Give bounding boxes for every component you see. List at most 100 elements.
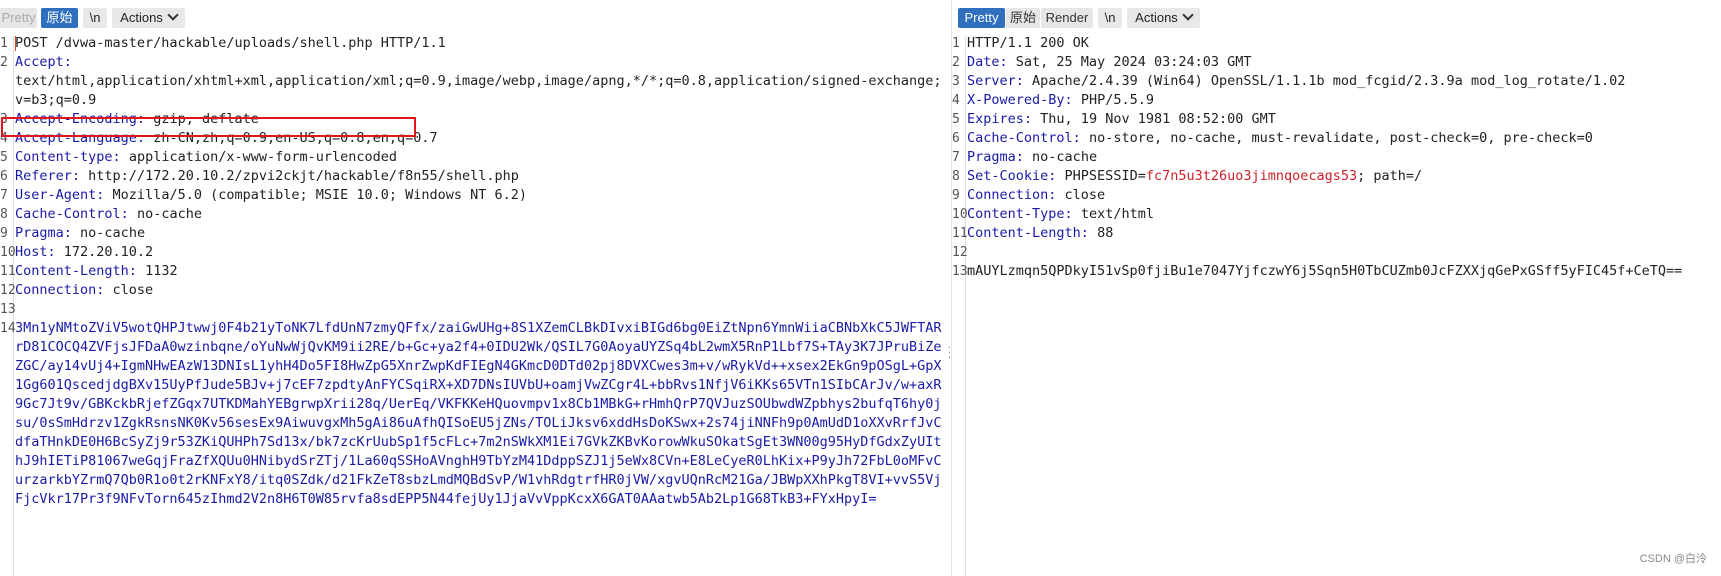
response-editor[interactable]: 1 HTTP/1.1 200 OK 2 Date: Sat, 25 May 2024 … bbox=[952, 34, 1721, 281]
response-newline-toggle[interactable]: \n bbox=[1098, 8, 1122, 28]
request-newline-toggle[interactable]: \n bbox=[83, 8, 107, 28]
header-name: Server bbox=[967, 73, 1016, 89]
pane-split-handle[interactable]: ··· bbox=[947, 344, 951, 362]
request-line: 11 Content-Length: 1132 bbox=[0, 262, 951, 281]
response-render-tab[interactable]: Render bbox=[1041, 8, 1093, 28]
body-text: 1Gg601QscedjdgBXv15UyPfJude5BJv+j7cEF7zp… bbox=[15, 377, 942, 393]
line-content: X-Powered-By: PHP/5.5.9 bbox=[967, 91, 1721, 110]
header-value: http://172.20.10.2/zpvi2ckjt/hackable/f8… bbox=[88, 168, 519, 184]
response-line: 12 bbox=[952, 243, 1721, 262]
response-actions-menu[interactable]: Actions bbox=[1127, 8, 1200, 28]
line-content: Accept: bbox=[15, 53, 951, 72]
line-number: 1 bbox=[952, 36, 960, 51]
line-content: v=b3;q=0.9 bbox=[15, 91, 951, 110]
header-separator: : bbox=[1048, 187, 1065, 203]
request-line: 13 bbox=[0, 300, 951, 319]
header-name: Date bbox=[967, 54, 1000, 70]
header-value: text/html bbox=[1080, 206, 1154, 222]
request-line: 1Gg601QscedjdgBXv15UyPfJude5BJv+j7cEF7zp… bbox=[0, 376, 951, 395]
request-raw-tab[interactable]: 原始 bbox=[41, 8, 78, 28]
header-separator: : bbox=[71, 168, 89, 184]
header-name: Content-Type bbox=[967, 206, 1065, 222]
header-name: Content-type bbox=[15, 149, 113, 165]
header-value: 88 bbox=[1097, 225, 1114, 241]
line-number: 2 bbox=[952, 55, 960, 70]
line-content: Cache-Control: no-store, no-cache, must-… bbox=[967, 129, 1721, 148]
header-value: close bbox=[1064, 187, 1106, 203]
header-value: 1132 bbox=[145, 263, 178, 279]
watermark: CSDN @白泠 bbox=[1639, 553, 1707, 565]
line-content: Referer: http://172.20.10.2/zpvi2ckjt/ha… bbox=[15, 167, 951, 186]
header-name: Pragma bbox=[15, 225, 64, 241]
response-raw-tab[interactable]: 原始 bbox=[1006, 8, 1040, 28]
header-name: Referer bbox=[15, 168, 72, 184]
header-value: no-cache bbox=[136, 206, 202, 222]
request-actions-menu[interactable]: Actions bbox=[112, 8, 185, 28]
request-line: su/0sSmHdrzv1ZgkRsnsNK0Kv56sesEx9Aiwuvgx… bbox=[0, 414, 951, 433]
request-line: 1 POST /dvwa-master/hackable/uploads/shel… bbox=[0, 34, 951, 53]
header-separator: : bbox=[128, 263, 146, 279]
request-toolbar: Pretty 原始 \n Actions bbox=[0, 0, 951, 36]
request-editor[interactable]: 1 POST /dvwa-master/hackable/uploads/shel… bbox=[0, 34, 951, 509]
request-line: dfaTHnkDE0H6BcSyZj9r53ZKiQUHPh7Sd13x/bk7… bbox=[0, 433, 951, 452]
response-actions-label: Actions bbox=[1135, 10, 1178, 25]
body-text: 3Mn1yNMtoZViV5wotQHPJtwwj0F4b21yToNK7Lfd… bbox=[15, 320, 942, 336]
line-text: text/html,application/xhtml+xml,applicat… bbox=[15, 73, 942, 89]
response-pretty-tab[interactable]: Pretty bbox=[958, 8, 1005, 28]
line-number: 8 bbox=[952, 169, 960, 184]
header-separator: : bbox=[1023, 111, 1041, 127]
line-content: Pragma: no-cache bbox=[15, 224, 951, 243]
cookie-attributes: ; path=/ bbox=[1357, 168, 1423, 184]
response-toolbar: Pretty 原始 Render \n Actions bbox=[952, 0, 1721, 36]
response-line: 9 Connection: close bbox=[952, 186, 1721, 205]
line-content: 3Mn1yNMtoZViV5wotQHPJtwwj0F4b21yToNK7Lfd… bbox=[15, 319, 951, 338]
header-name: Accept bbox=[15, 54, 64, 70]
body-text: rD81COCQ4ZVFjsJFDaA0wzinbqne/oYuNwWjQvKM… bbox=[15, 339, 942, 355]
response-line: 4 X-Powered-By: PHP/5.5.9 bbox=[952, 91, 1721, 110]
line-content: Expires: Thu, 19 Nov 1981 08:52:00 GMT bbox=[967, 110, 1721, 129]
request-line: 12 Connection: close bbox=[0, 281, 951, 300]
request-line: text/html,application/xhtml+xml,applicat… bbox=[0, 72, 951, 91]
header-value: application/x-www-form-urlencoded bbox=[128, 149, 398, 165]
request-line: 6 Referer: http://172.20.10.2/zpvi2ckjt/h… bbox=[0, 167, 951, 186]
header-separator: : bbox=[63, 225, 81, 241]
line-content: urzarkbYZrmQ7Qb0R1o0t2rKNFxY8/itq0SZdk/d… bbox=[15, 471, 951, 490]
header-value: Mozilla/5.0 (compatible; MSIE 10.0; Wind… bbox=[112, 187, 528, 203]
header-separator: : bbox=[1080, 225, 1098, 241]
header-separator: : bbox=[120, 206, 137, 222]
body-text: 9Gc7Jt9v/GBKckbRjefZGqx7UTKDMahYEBgrwpXr… bbox=[15, 396, 942, 412]
request-pane: Pretty 原始 \n Actions 1 POST /dvwa-master/… bbox=[0, 0, 951, 576]
line-number: 6 bbox=[0, 169, 8, 184]
line-number: 6 bbox=[952, 131, 960, 146]
accept-language-highlight-box bbox=[1, 117, 416, 137]
header-separator: : bbox=[1072, 130, 1089, 146]
line-content: text/html,application/xhtml+xml,applicat… bbox=[15, 72, 951, 91]
line-content: Content-Type: text/html bbox=[967, 205, 1721, 224]
response-line: 2 Date: Sat, 25 May 2024 03:24:03 GMT bbox=[952, 53, 1721, 72]
line-content: Connection: close bbox=[967, 186, 1721, 205]
header-value: Sat, 25 May 2024 03:24:03 GMT bbox=[1015, 54, 1252, 70]
line-number: 12 bbox=[952, 245, 968, 260]
line-content: FjcVkr17Pr3f9NFvTorn645zIhmd2V2n8H6T0W85… bbox=[15, 490, 951, 509]
line-content: rD81COCQ4ZVFjsJFDaA0wzinbqne/oYuNwWjQvKM… bbox=[15, 338, 951, 357]
line-content: Cache-Control: no-cache bbox=[15, 205, 951, 224]
response-line: 10 Content-Type: text/html bbox=[952, 205, 1721, 224]
request-pretty-tab[interactable]: Pretty bbox=[0, 8, 37, 28]
request-line: 8 Cache-Control: no-cache bbox=[0, 205, 951, 224]
line-text: mAUYLzmqn5QPDkyI51vSp0fjiBu1e7047YjfczwY… bbox=[967, 263, 1683, 279]
chevron-down-icon bbox=[167, 9, 179, 21]
header-name: Host bbox=[15, 244, 48, 260]
line-content: Connection: close bbox=[15, 281, 951, 300]
line-number: 5 bbox=[0, 150, 8, 165]
line-number: 11 bbox=[952, 226, 968, 241]
line-content: Host: 172.20.10.2 bbox=[15, 243, 951, 262]
line-content: Pragma: no-cache bbox=[967, 148, 1721, 167]
line-number: 10 bbox=[0, 245, 16, 260]
line-text: HTTP/1.1 200 OK bbox=[967, 35, 1089, 51]
line-number: 11 bbox=[0, 264, 16, 279]
line-content: ZGC/ay14vUj4+IgmNHwEAzW13DNIsL1yhH4Do5FI… bbox=[15, 357, 951, 376]
request-line: 9Gc7Jt9v/GBKckbRjefZGqx7UTKDMahYEBgrwpXr… bbox=[0, 395, 951, 414]
header-separator: : bbox=[1015, 73, 1033, 89]
cookie-value: fc7n5u3t26uo3jimnqoecags53 bbox=[1145, 168, 1358, 184]
line-content: HTTP/1.1 200 OK bbox=[967, 34, 1721, 53]
